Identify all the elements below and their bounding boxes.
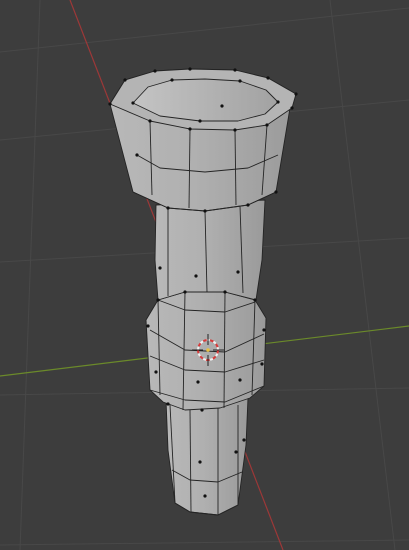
3d-viewport[interactable]: [0, 0, 409, 550]
middle-shaft: [154, 199, 266, 301]
mesh-object[interactable]: [109, 68, 297, 516]
viewport-canvas[interactable]: [0, 0, 409, 550]
lower-shaft: [165, 397, 249, 516]
